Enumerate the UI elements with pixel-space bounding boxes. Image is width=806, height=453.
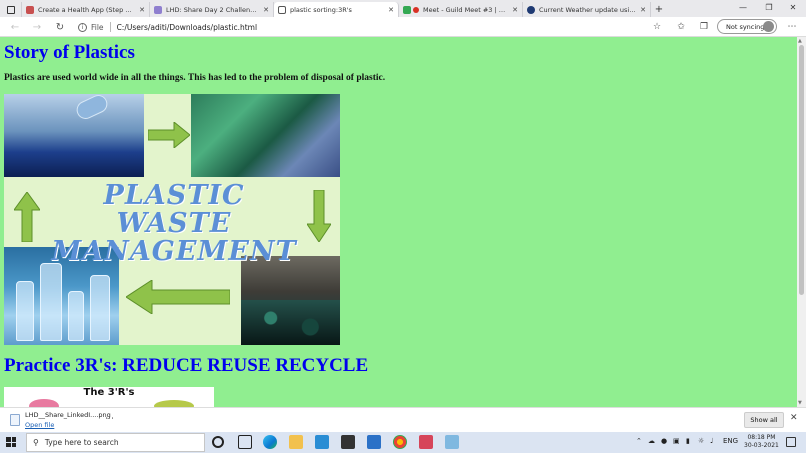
download-file-name[interactable]: LHD__Share_LinkedI....png [25, 411, 111, 419]
microphone-icon[interactable]: ● [661, 437, 667, 445]
collections-icon[interactable]: ❐ [697, 20, 711, 34]
back-button[interactable]: ← [8, 20, 22, 34]
cloud-icon[interactable]: ☁ [648, 437, 655, 445]
notification-icon[interactable] [786, 437, 796, 447]
file-icon [10, 414, 20, 426]
tab-share-day-2[interactable]: LHD: Share Day 2 Challenges ✕ [150, 2, 274, 17]
profile-sync-button[interactable]: Not syncing [717, 19, 777, 34]
leaf-decoration [154, 400, 194, 407]
plastic-waste-poster-image: PLASTIC WASTE MANAGEMENT [4, 94, 340, 345]
language-indicator[interactable]: ENG [723, 437, 738, 445]
tab-favicon-icon [527, 5, 535, 14]
tab-health-app[interactable]: Create a Health App (Step Cou ✕ [22, 2, 150, 17]
divider [109, 22, 111, 32]
mail-icon[interactable] [367, 435, 381, 449]
chrome-icon[interactable] [393, 435, 407, 449]
close-icon[interactable]: ✕ [139, 6, 145, 14]
search-icon: ⚲ [33, 438, 39, 447]
info-icon[interactable]: i [78, 22, 87, 32]
file-icon [278, 5, 286, 14]
forward-button[interactable]: → [30, 20, 44, 34]
close-icon[interactable]: ✕ [640, 6, 646, 14]
tab-current-weather[interactable]: Current Weather update using O ✕ [523, 2, 651, 17]
open-file-link[interactable]: Open file [25, 421, 54, 429]
close-icon[interactable]: ✕ [388, 6, 394, 14]
task-view-icon[interactable] [238, 435, 252, 449]
show-all-button[interactable]: Show all [744, 412, 784, 428]
page-heading: Story of Plastics [4, 42, 135, 63]
three-rs-image: The 3'R's [4, 387, 214, 407]
volume-icon[interactable]: ♩ [710, 437, 713, 445]
close-window-button[interactable]: ✕ [780, 0, 806, 15]
page-scrollbar[interactable]: ▲ ▼ [797, 37, 806, 407]
tab-plastic-sorting[interactable]: plastic sorting:3R's ✕ [274, 2, 399, 17]
battery-icon[interactable]: ▮ [686, 437, 690, 445]
restore-button[interactable]: ❐ [756, 0, 782, 15]
wifi-icon[interactable]: ☼ [698, 437, 704, 445]
arrow-down-icon [307, 190, 331, 242]
url-text[interactable]: C:/Users/aditi/Downloads/plastic.html [117, 23, 258, 32]
scroll-down-icon[interactable]: ▼ [798, 400, 802, 406]
tab-actions-icon [6, 5, 15, 14]
more-options-icon[interactable]: ⋯ [105, 414, 114, 424]
clock[interactable]: 08:18 PM 30-03-2021 [744, 434, 779, 450]
taskbar-search-input[interactable]: ⚲ Type here to search [26, 433, 205, 452]
cortana-icon[interactable] [212, 436, 224, 448]
scheme-label: File [91, 22, 104, 32]
meet-icon [403, 5, 411, 14]
close-download-bar-icon[interactable]: ✕ [790, 413, 798, 423]
plastic-pellets-photo [241, 256, 340, 345]
recording-dot-icon [413, 6, 419, 13]
favorites-icon[interactable]: ✩ [674, 20, 688, 34]
plastic-bales-photo [191, 94, 340, 177]
scroll-up-icon[interactable]: ▲ [798, 38, 802, 44]
camera-icon[interactable]: ▣ [673, 437, 680, 445]
windows-taskbar: ⚲ Type here to search ⌃ ☁ ● ▣ ▮ ☼ ♩ ENG … [0, 432, 806, 453]
image-title: The 3'R's [83, 387, 135, 398]
page-content: Story of Plastics Plastics are used worl… [0, 37, 797, 407]
close-icon[interactable]: ✕ [263, 6, 269, 14]
poster-title: PLASTIC WASTE MANAGEMENT [51, 180, 297, 267]
app-icon[interactable] [419, 435, 433, 449]
edge-icon[interactable] [263, 435, 277, 449]
refresh-button[interactable]: ↻ [53, 20, 67, 34]
scrollbar-thumb[interactable] [799, 45, 804, 295]
arrow-up-icon [14, 192, 40, 242]
add-favorite-icon[interactable]: ☆ [650, 20, 664, 34]
address-bar[interactable]: i File C:/Users/aditi/Downloads/plastic.… [78, 19, 638, 35]
tab-favicon-icon [26, 5, 34, 14]
section-heading: Practice 3R's: REDUCE REUSE RECYCLE [4, 355, 369, 376]
tab-strip: Create a Health App (Step Cou ✕ LHD: Sha… [0, 0, 806, 17]
new-tab-button[interactable]: + [651, 2, 667, 17]
tab-actions-menu[interactable] [0, 2, 22, 17]
store-icon[interactable] [341, 435, 355, 449]
address-toolbar: ← → ↻ i File C:/Users/aditi/Downloads/pl… [0, 17, 806, 37]
tab-meet-guild[interactable]: Meet - Guild Meet #3 | Skil ✕ [399, 2, 523, 17]
windows-start-icon[interactable] [6, 437, 16, 447]
chevron-up-icon[interactable]: ⌃ [636, 437, 642, 445]
more-menu-icon[interactable]: ⋯ [785, 20, 799, 34]
minimize-button[interactable]: — [730, 0, 756, 15]
leaf-decoration [29, 399, 59, 407]
tab-favicon-icon [154, 5, 162, 14]
vscode-icon[interactable] [315, 435, 329, 449]
arrow-right-icon [148, 122, 190, 148]
intro-paragraph: Plastics are used world wide in all the … [4, 73, 386, 83]
close-icon[interactable]: ✕ [512, 6, 518, 14]
app-icon[interactable] [445, 435, 459, 449]
arrow-left-icon [126, 280, 230, 314]
file-explorer-icon[interactable] [289, 435, 303, 449]
bottle-bin-photo [4, 94, 144, 177]
download-bar: LHD__Share_LinkedI....png Open file ⋯ Sh… [0, 407, 806, 432]
avatar [763, 21, 774, 32]
